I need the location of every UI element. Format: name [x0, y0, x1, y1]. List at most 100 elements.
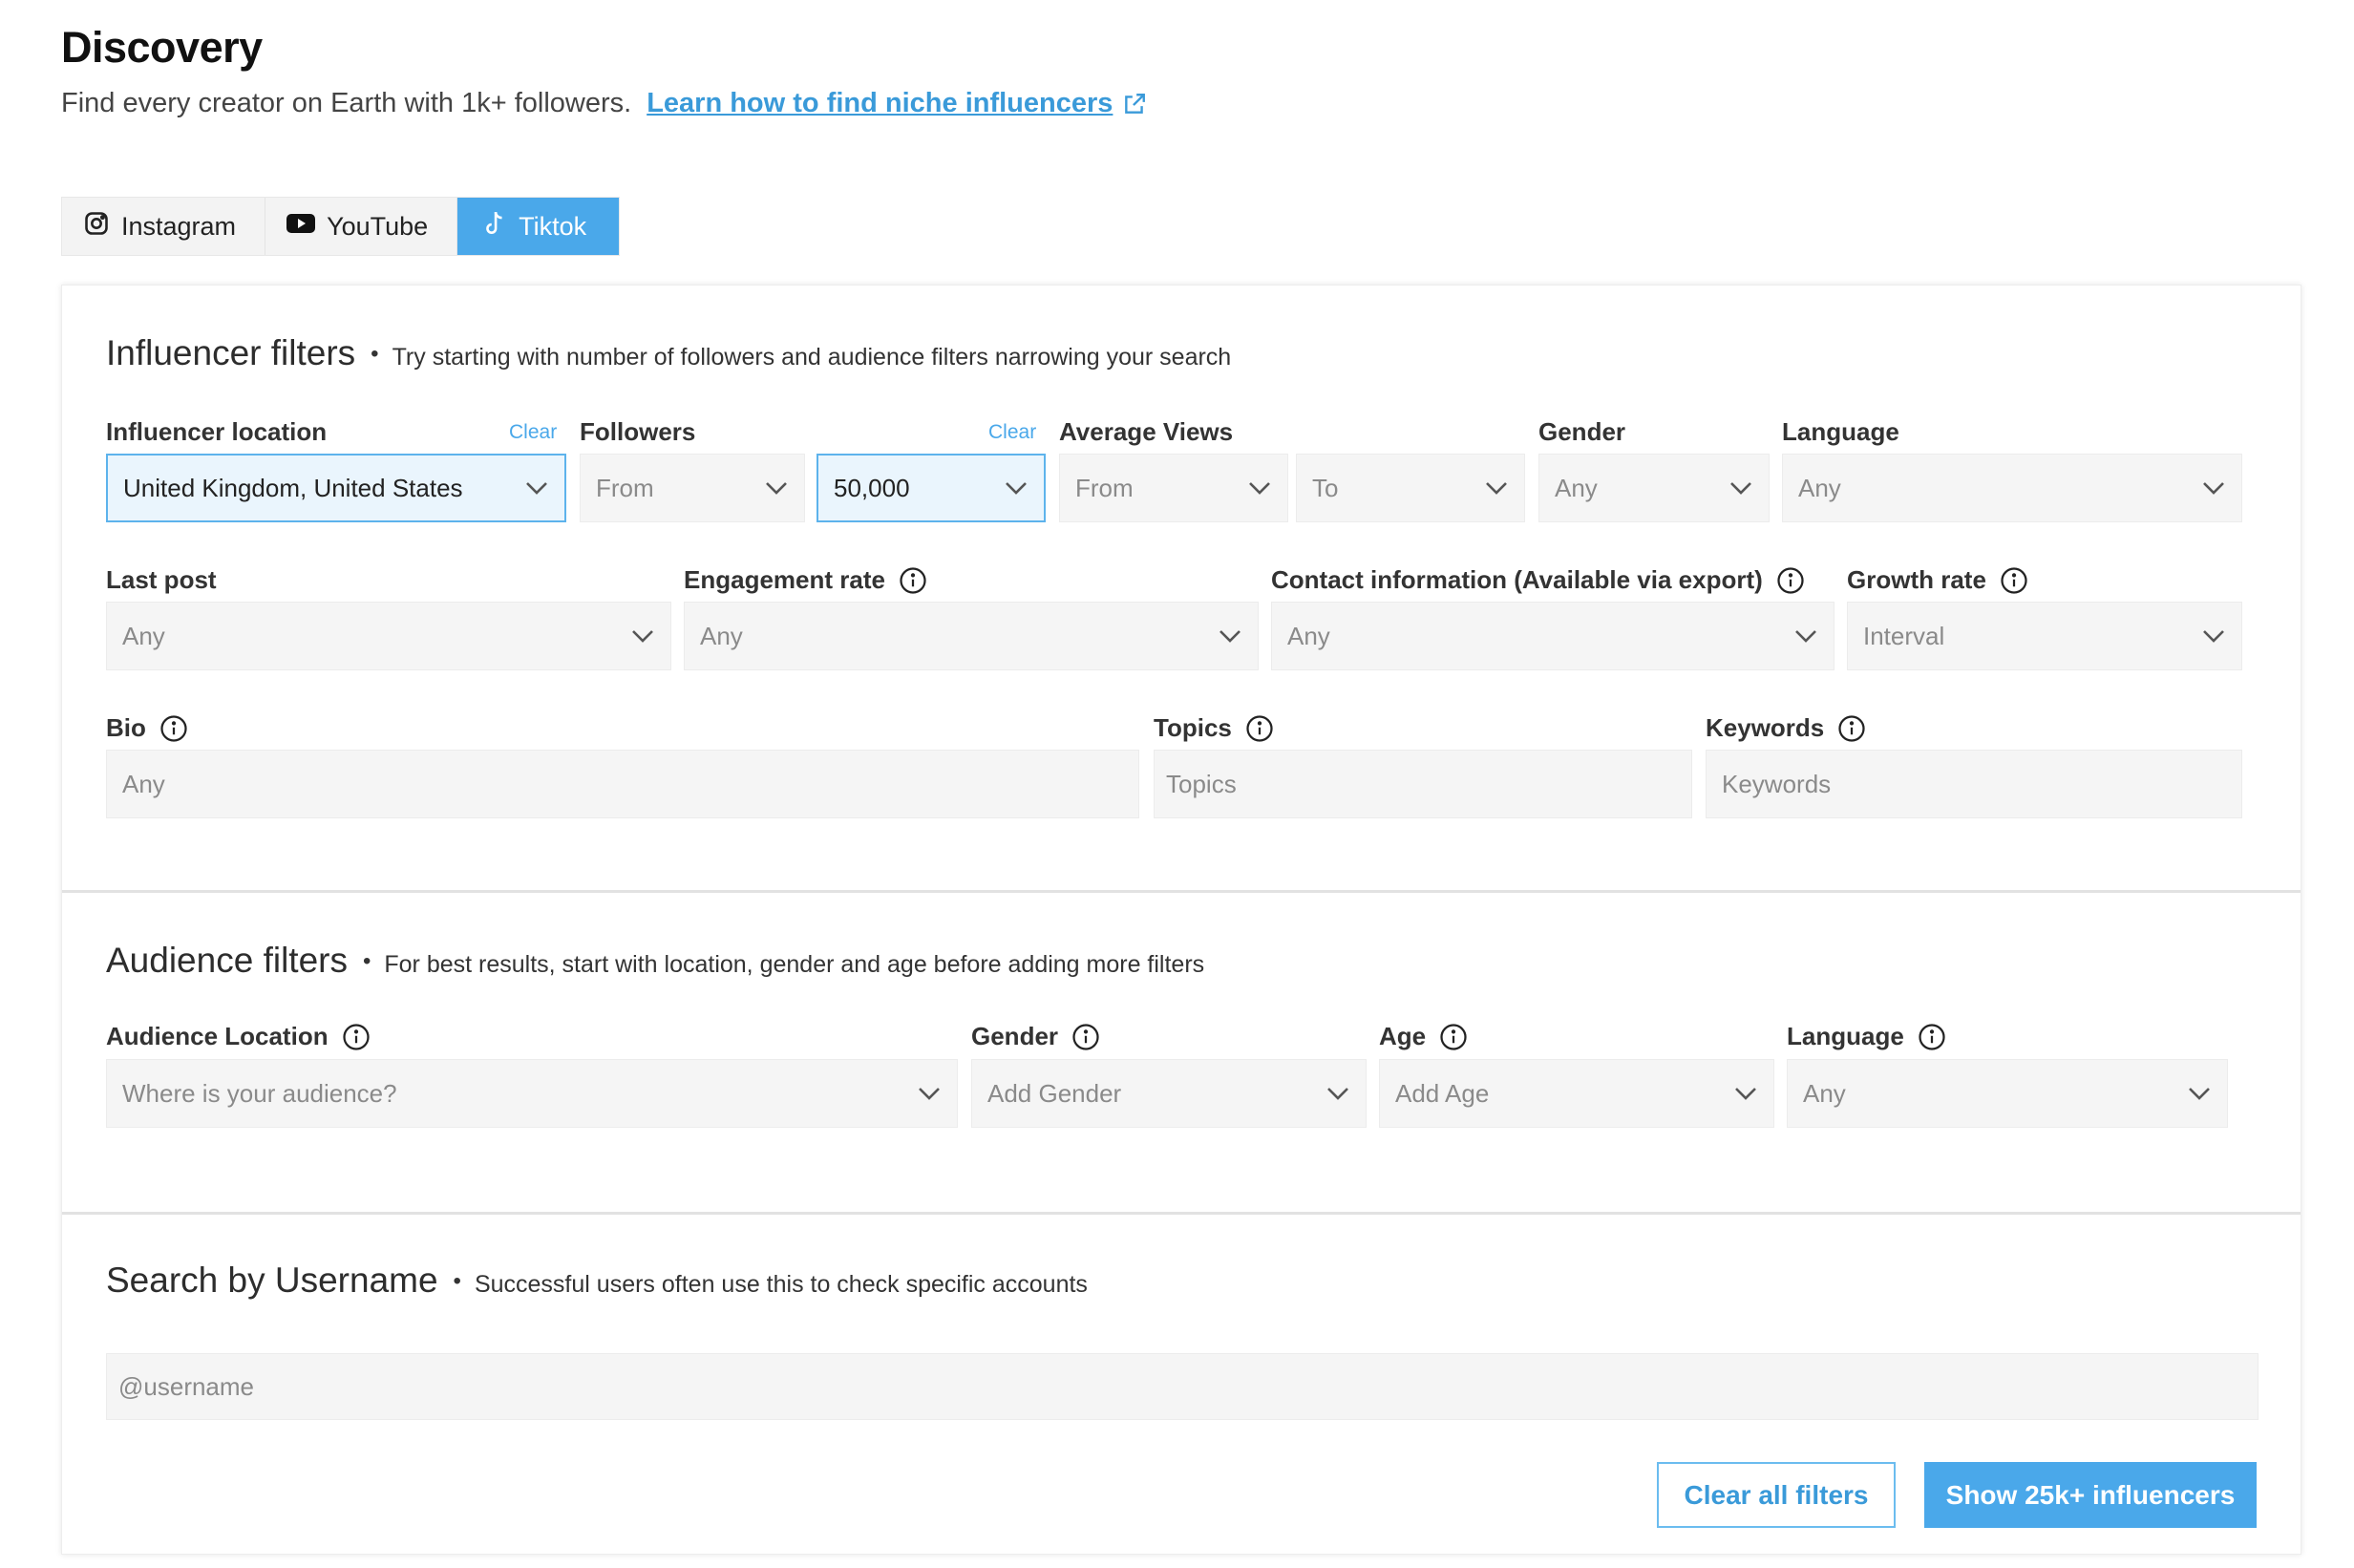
chevron-down-icon — [917, 1086, 942, 1101]
influencer-location-value: United Kingdom, United States — [123, 473, 463, 502]
language-select[interactable]: Any — [1782, 454, 2242, 522]
info-icon[interactable] — [1776, 566, 1805, 595]
tab-youtube[interactable]: YouTube — [265, 198, 458, 255]
keywords-input[interactable]: Keywords — [1706, 750, 2242, 818]
influencer-filters-hint: Try starting with number of followers an… — [392, 344, 1232, 371]
followers-label: Followers — [580, 417, 696, 446]
audience-language-label: Language — [1787, 1022, 1946, 1051]
audience-language-select[interactable]: Any — [1787, 1059, 2228, 1128]
influencer-filters-title: Influencer filters — [106, 333, 356, 372]
tab-instagram-label: Instagram — [121, 211, 237, 241]
info-icon[interactable] — [1245, 714, 1274, 743]
audience-language-value: Any — [1803, 1078, 1846, 1108]
audience-age-select[interactable]: Add Age — [1379, 1059, 1774, 1128]
chevron-down-icon — [1004, 480, 1029, 496]
influencer-location-select[interactable]: United Kingdom, United States — [106, 454, 566, 522]
audience-gender-label: Gender — [971, 1022, 1100, 1051]
bio-placeholder: Any — [122, 769, 165, 798]
clear-followers-button[interactable]: Clear — [988, 421, 1036, 444]
chevron-down-icon — [1728, 480, 1753, 496]
keywords-placeholder: Keywords — [1722, 769, 1832, 798]
last-post-select[interactable]: Any — [106, 602, 671, 670]
audience-gender-placeholder: Add Gender — [987, 1078, 1122, 1108]
audience-age-label: Age — [1379, 1022, 1468, 1051]
audience-gender-select[interactable]: Add Gender — [971, 1059, 1367, 1128]
youtube-icon — [286, 212, 316, 242]
info-icon[interactable] — [1071, 1023, 1100, 1051]
contact-information-value: Any — [1287, 621, 1330, 650]
clear-location-button[interactable]: Clear — [509, 421, 557, 444]
separator-dot: • — [362, 948, 371, 974]
influencer-filters-header: Influencer filters • Try starting with n… — [106, 333, 1231, 373]
instagram-icon — [83, 210, 110, 244]
info-icon[interactable] — [159, 714, 188, 743]
followers-from-select[interactable]: From — [580, 454, 805, 522]
page-subtitle: Find every creator on Earth with 1k+ fol… — [61, 88, 1147, 119]
keywords-label: Keywords — [1706, 713, 1866, 743]
chevron-down-icon — [1325, 1086, 1350, 1101]
chevron-down-icon — [2187, 1086, 2212, 1101]
growth-rate-value: Interval — [1863, 621, 1945, 650]
gender-value: Any — [1555, 473, 1598, 502]
tab-instagram[interactable]: Instagram — [62, 198, 266, 255]
username-search-title: Search by Username — [106, 1261, 438, 1300]
average-views-from-select[interactable]: From — [1059, 454, 1288, 522]
last-post-label: Last post — [106, 565, 217, 594]
external-link-icon[interactable] — [1122, 92, 1147, 117]
gender-select[interactable]: Any — [1538, 454, 1770, 522]
info-icon[interactable] — [1439, 1023, 1468, 1051]
separator-dot: • — [453, 1268, 461, 1294]
audience-filters-hint: For best results, start with location, g… — [384, 951, 1205, 978]
engagement-rate-label: Engagement rate — [684, 565, 927, 595]
gender-label: Gender — [1538, 417, 1626, 446]
audience-location-label: Audience Location — [106, 1022, 371, 1051]
average-views-label: Average Views — [1059, 417, 1234, 446]
contact-information-select[interactable]: Any — [1271, 602, 1834, 670]
info-icon[interactable] — [899, 566, 927, 595]
language-label: Language — [1782, 417, 1899, 446]
info-icon[interactable] — [342, 1023, 371, 1051]
chevron-down-icon — [1247, 480, 1272, 496]
audience-location-placeholder: Where is your audience? — [122, 1078, 397, 1108]
username-placeholder: @username — [118, 1371, 255, 1401]
info-icon[interactable] — [2000, 566, 2028, 595]
followers-to-select[interactable]: 50,000 — [816, 454, 1046, 522]
tab-tiktok[interactable]: Tiktok — [457, 198, 620, 255]
growth-rate-select[interactable]: Interval — [1847, 602, 2242, 670]
username-search-hint: Successful users often use this to check… — [474, 1271, 1088, 1298]
learn-niche-influencers-link[interactable]: Learn how to find niche influencers — [647, 88, 1113, 119]
section-divider — [62, 1212, 2301, 1215]
clear-all-filters-button[interactable]: Clear all filters — [1657, 1462, 1896, 1528]
followers-to-value: 50,000 — [834, 473, 910, 502]
topics-label: Topics — [1154, 713, 1274, 743]
audience-filters-header: Audience filters • For best results, sta… — [106, 941, 1204, 981]
chevron-down-icon — [630, 628, 655, 644]
chevron-down-icon — [1218, 628, 1242, 644]
audience-location-select[interactable]: Where is your audience? — [106, 1059, 958, 1128]
topics-input[interactable]: Topics — [1154, 750, 1692, 818]
page-title: Discovery — [61, 23, 263, 72]
section-divider — [62, 890, 2301, 893]
growth-rate-label: Growth rate — [1847, 565, 2028, 595]
audience-age-placeholder: Add Age — [1395, 1078, 1490, 1108]
info-icon[interactable] — [1918, 1023, 1946, 1051]
chevron-down-icon — [2201, 628, 2226, 644]
bio-input[interactable]: Any — [106, 750, 1139, 818]
engagement-rate-select[interactable]: Any — [684, 602, 1259, 670]
average-views-to-value: To — [1312, 473, 1339, 502]
audience-filters-title: Audience filters — [106, 941, 348, 980]
show-influencers-button[interactable]: Show 25k+ influencers — [1924, 1462, 2257, 1528]
chevron-down-icon — [1793, 628, 1818, 644]
platform-tabs: Instagram YouTube Tiktok — [61, 197, 621, 256]
username-input[interactable]: @username — [106, 1353, 2259, 1420]
followers-from-value: From — [596, 473, 654, 502]
username-search-header: Search by Username • Successful users of… — [106, 1261, 1088, 1301]
chevron-down-icon — [524, 480, 549, 496]
chevron-down-icon — [1733, 1086, 1758, 1101]
contact-information-label: Contact information (Available via expor… — [1271, 565, 1805, 595]
chevron-down-icon — [2201, 480, 2226, 496]
chevron-down-icon — [1484, 480, 1509, 496]
average-views-to-select[interactable]: To — [1296, 454, 1525, 522]
subtitle-text: Find every creator on Earth with 1k+ fol… — [61, 88, 632, 118]
info-icon[interactable] — [1837, 714, 1866, 743]
